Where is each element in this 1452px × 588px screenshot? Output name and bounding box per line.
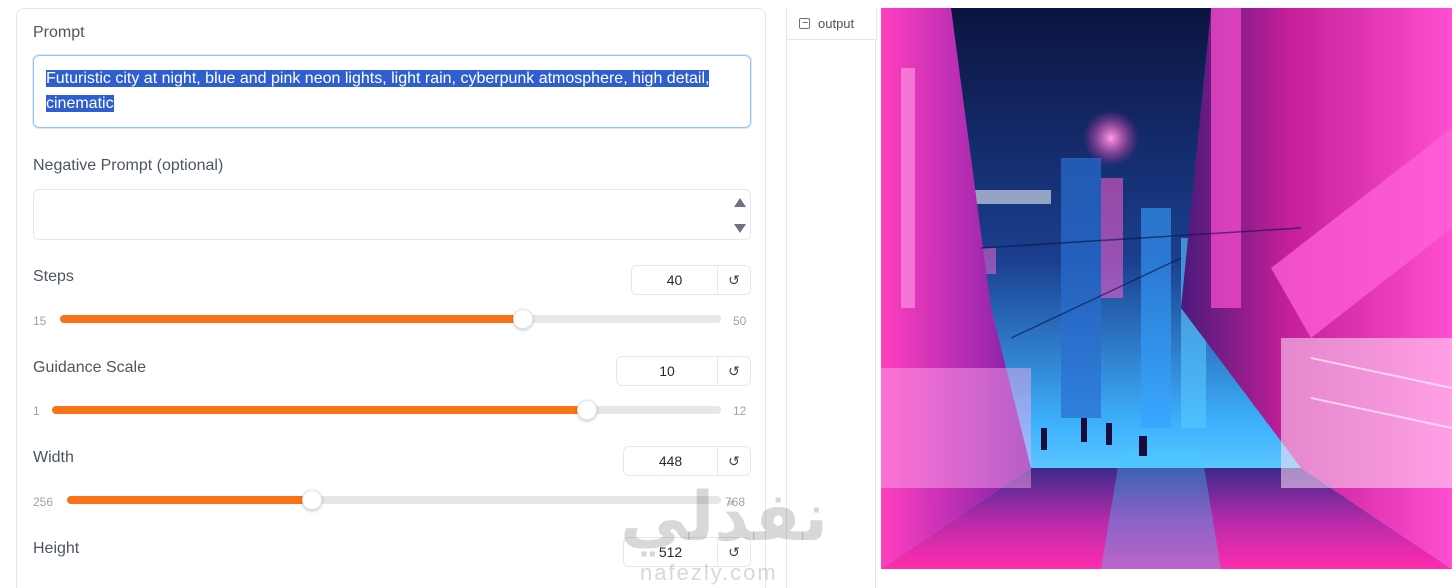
guidance-number-input[interactable]: 10	[617, 357, 718, 385]
prompt-text-line1: Futuristic city at night, blue and pink …	[46, 70, 710, 87]
steps-label: Steps	[33, 268, 74, 285]
steps-slider-thumb[interactable]	[512, 309, 533, 329]
steps-min: 15	[33, 314, 47, 328]
prompt-textarea[interactable]: Futuristic city at night, blue and pink …	[33, 55, 751, 128]
scroll-up-arrow-icon[interactable]	[734, 198, 746, 207]
steps-max: 50	[733, 314, 747, 328]
watermark-arabic: نفذلي	[620, 478, 829, 557]
guidance-slider-thumb[interactable]	[577, 400, 598, 420]
guidance-number-group: 10 ↺	[616, 356, 751, 386]
height-label: Height	[33, 540, 80, 557]
guidance-max: 12	[733, 404, 747, 418]
width-reset-icon[interactable]: ↺	[718, 447, 750, 475]
steps-reset-icon[interactable]: ↺	[718, 266, 750, 294]
scroll-down-arrow-icon[interactable]	[734, 224, 746, 233]
steps-slider-fill	[60, 315, 523, 323]
prompt-text-line2: cinematic	[46, 95, 114, 112]
guidance-reset-icon[interactable]: ↺	[718, 357, 750, 385]
guidance-slider-fill	[52, 406, 588, 414]
guidance-slider[interactable]	[52, 400, 721, 420]
negative-prompt-label: Negative Prompt (optional)	[33, 157, 224, 174]
output-image[interactable]	[881, 8, 1452, 569]
prompt-label: Prompt	[33, 24, 85, 41]
steps-slider[interactable]	[60, 309, 721, 329]
steps-number-input[interactable]: 40	[632, 266, 718, 294]
guidance-scale-label: Guidance Scale	[33, 359, 146, 376]
width-min: 256	[33, 495, 54, 509]
image-icon	[799, 18, 810, 29]
width-number-group: 448 ↺	[623, 446, 751, 476]
width-slider-fill	[67, 496, 313, 504]
output-tab-label: output	[818, 16, 855, 31]
negative-prompt-textarea[interactable]	[33, 189, 751, 240]
cyberpunk-city-image	[881, 8, 1452, 569]
guidance-min: 1	[33, 404, 40, 418]
watermark-latin: nafezly.com	[640, 560, 778, 585]
width-label: Width	[33, 449, 74, 466]
steps-number-group: 40 ↺	[631, 265, 751, 295]
width-slider-thumb[interactable]	[302, 490, 323, 510]
output-tab[interactable]: output	[787, 8, 877, 40]
width-number-input[interactable]: 448	[624, 447, 718, 475]
